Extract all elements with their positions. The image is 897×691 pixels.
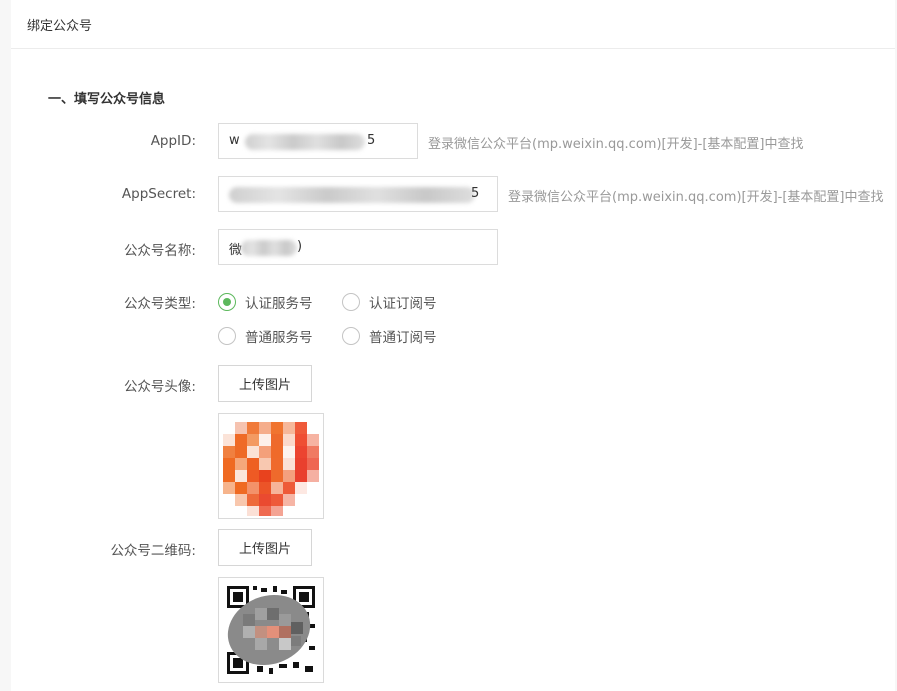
appid-redaction <box>245 134 365 150</box>
bind-account-panel: 绑定公众号 一、填写公众号信息 AppID: w 5 登录微信公众平台(mp.w… <box>11 0 895 691</box>
appid-prefix: w <box>229 133 240 148</box>
qrcode-label: 公众号二维码: <box>110 543 196 559</box>
appsecret-input[interactable]: 5 <box>218 176 498 212</box>
name-label: 公众号名称: <box>123 243 196 259</box>
radio-unchecked-icon <box>342 293 360 311</box>
radio-label: 普通服务号 <box>245 330 313 346</box>
type-row-2: 普通服务号 普通订阅号 <box>218 326 466 346</box>
account-name-input[interactable]: 微 ) <box>218 229 498 265</box>
name-suffix: ) <box>297 239 303 254</box>
radio-unchecked-icon <box>218 327 236 345</box>
name-redaction <box>241 240 297 256</box>
qrcode-image <box>227 586 315 674</box>
appsecret-redaction <box>229 187 475 203</box>
radio-label: 认证订阅号 <box>369 296 437 312</box>
radio-checked-icon <box>218 293 236 311</box>
upload-qrcode-button[interactable]: 上传图片 <box>218 529 312 566</box>
upload-avatar-button[interactable]: 上传图片 <box>218 365 312 402</box>
section-title: 一、填写公众号信息 <box>48 92 166 107</box>
avatar-preview <box>218 413 324 519</box>
radio-certified-subscription[interactable]: 认证订阅号 <box>342 292 442 312</box>
radio-normal-service[interactable]: 普通服务号 <box>218 326 318 346</box>
radio-certified-service[interactable]: 认证服务号 <box>218 292 318 312</box>
radio-unchecked-icon <box>342 327 360 345</box>
appsecret-suffix: 5 <box>471 186 480 201</box>
radio-normal-subscription[interactable]: 普通订阅号 <box>342 326 442 346</box>
radio-label: 认证服务号 <box>245 296 313 312</box>
appid-hint: 登录微信公众平台(mp.weixin.qq.com)[开发]-[基本配置]中查找 <box>428 137 804 152</box>
avatar-image <box>223 422 319 516</box>
panel-header: 绑定公众号 <box>11 0 895 49</box>
qrcode-preview <box>218 577 324 683</box>
appid-label: AppID: <box>150 133 196 149</box>
radio-label: 普通订阅号 <box>369 330 437 346</box>
appsecret-label: AppSecret: <box>121 186 196 202</box>
avatar-label: 公众号头像: <box>123 379 196 395</box>
type-row-1: 认证服务号 认证订阅号 <box>218 292 466 312</box>
appid-suffix: 5 <box>367 133 376 148</box>
type-label: 公众号类型: <box>123 296 196 312</box>
appid-input[interactable]: w 5 <box>218 123 418 159</box>
panel-title: 绑定公众号 <box>27 18 93 34</box>
appsecret-hint: 登录微信公众平台(mp.weixin.qq.com)[开发]-[基本配置]中查找 <box>508 190 884 205</box>
